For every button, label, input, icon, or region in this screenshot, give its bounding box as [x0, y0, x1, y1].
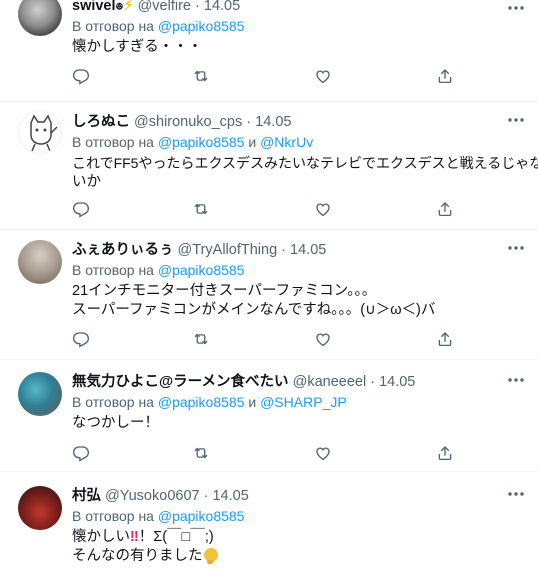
dot-separator: ·: [370, 374, 376, 390]
user-handle[interactable]: @TryAllofThing: [178, 242, 278, 258]
avatar-moon[interactable]: [18, 0, 62, 36]
tweet-date[interactable]: 14.05: [379, 374, 415, 390]
mention-link[interactable]: @papiko8585: [158, 134, 245, 150]
action-bar: [72, 67, 452, 87]
tweet-text: 懐かしすぎる・・・: [72, 38, 524, 57]
reply-context: В отговор на @papiko8585 и @SHARP_JP: [72, 393, 524, 412]
tweet-text: これでFF5やったらエクスデスみたいなテレビでエクスデスと戦えるじゃな いか: [72, 154, 538, 192]
dot-separator: ·: [203, 488, 209, 504]
more-icon[interactable]: [506, 0, 526, 16]
reply-context: В отговор на @papiko8585: [72, 261, 524, 280]
action-bar: [72, 444, 452, 464]
retweet-icon[interactable]: [192, 67, 212, 87]
action-bar: [72, 330, 452, 350]
reply-prefix: В отговор на: [72, 18, 154, 34]
share-icon[interactable]: [436, 67, 456, 87]
like-icon[interactable]: [314, 67, 334, 87]
tweet-text-line: なつかしー！: [72, 415, 159, 431]
display-name[interactable]: ふぇありぃるぅ: [72, 242, 174, 258]
reply-context: В отговор на @papiko8585: [72, 507, 524, 526]
display-name[interactable]: swivel: [72, 0, 116, 14]
user-handle[interactable]: @shironuko_cps: [134, 114, 242, 130]
tweet-yusoko[interactable]: 村弘 @Yusoko0607 · 14.05 В отговор на @pap…: [0, 472, 538, 572]
reply-and: и: [248, 394, 257, 410]
like-icon[interactable]: [314, 200, 334, 220]
reply-prefix: В отговор на: [72, 508, 154, 524]
tweet-swivel[interactable]: swivelꔮ⚡ @velfire · 14.05 В отговор на @…: [0, 0, 538, 102]
avatar-car[interactable]: [18, 486, 62, 530]
reply-icon[interactable]: [72, 200, 92, 220]
reply-icon[interactable]: [72, 444, 92, 464]
tweet-date[interactable]: 14.05: [255, 114, 291, 130]
share-icon[interactable]: [436, 444, 456, 464]
thinking-face-icon: [203, 548, 218, 564]
avatar-figure[interactable]: [18, 372, 62, 416]
retweet-icon[interactable]: [192, 200, 212, 220]
tweet-text: 懐かしい‼！Σ(￣□￣;) そんなの有りました: [72, 528, 524, 566]
share-icon[interactable]: [436, 330, 456, 350]
tweet-date[interactable]: 14.05: [212, 488, 248, 504]
like-icon[interactable]: [314, 444, 334, 464]
more-icon[interactable]: [506, 112, 526, 128]
tweet-header: 無気力ひよこ@ラーメン食べたい @kaneeeel · 14.05: [72, 372, 524, 392]
tweet-header: swivelꔮ⚡ @velfire · 14.05: [72, 0, 524, 16]
mention-link[interactable]: @papiko8585: [158, 508, 245, 524]
more-icon[interactable]: [506, 486, 526, 502]
reply-prefix: В отговор на: [72, 134, 154, 150]
reply-prefix: В отговор на: [72, 262, 154, 278]
display-name[interactable]: 村弘: [72, 488, 101, 504]
tweet-text-line: 懐かしい‼！Σ(￣□￣;): [72, 528, 524, 547]
tweet-text: なつかしー！: [72, 414, 524, 433]
like-icon[interactable]: [314, 330, 334, 350]
dot-separator: ·: [281, 242, 287, 258]
tweet-header: ふぇありぃるぅ @TryAllofThing · 14.05: [72, 240, 524, 260]
share-icon[interactable]: [436, 200, 456, 220]
tweet-text-line: 21インチモニター付きスーパーファミコン。。。: [72, 283, 377, 299]
tweet-text-line: そんなの有りました: [72, 547, 524, 566]
reply-icon[interactable]: [72, 330, 92, 350]
more-icon[interactable]: [506, 240, 526, 256]
mention-link[interactable]: @papiko8585: [158, 18, 245, 34]
tweet-header: しろぬこ @shironuko_cps · 14.05: [72, 112, 524, 132]
tweet-date[interactable]: 14.05: [204, 0, 240, 14]
reply-context: В отговор на @papiko8585 и @NkrUv: [72, 133, 524, 152]
cat-drawing-icon: [30, 114, 58, 152]
tweet-header: 村弘 @Yusoko0607 · 14.05: [72, 486, 524, 506]
action-bar: [72, 200, 452, 220]
tweet-text-line: これでFF5やったらエクスデスみたいなテレビでエクスデスと戦えるじゃな: [72, 155, 538, 171]
dot-separator: ·: [246, 114, 252, 130]
dot-separator: ·: [195, 0, 200, 14]
mention-link[interactable]: @NkrUv: [260, 134, 313, 150]
text-part: ！Σ(￣□￣;): [138, 529, 214, 545]
avatar-cat[interactable]: [18, 110, 62, 154]
tweet-text: 21インチモニター付きスーパーファミコン。。。 スーパーファミコンがメインなんで…: [72, 282, 524, 320]
reply-icon[interactable]: [72, 67, 92, 87]
text-part: そんなの有りました: [72, 548, 203, 564]
tweet-text-line: スーパーファミコンがメインなんですね。。。(∪＞ω＜)バ: [72, 302, 436, 318]
tweet-text-line: 懐かしすぎる・・・: [72, 39, 203, 55]
tweet-tryallofthing[interactable]: ふぇありぃるぅ @TryAllofThing · 14.05 В отговор…: [0, 230, 538, 360]
avatar-photo[interactable]: [18, 240, 62, 284]
lightning-emoji: ⚡: [123, 0, 134, 14]
user-handle[interactable]: @kaneeeel: [293, 374, 367, 390]
mention-link[interactable]: @SHARP_JP: [260, 394, 347, 410]
more-icon[interactable]: [506, 372, 526, 388]
tweet-kaneeeel[interactable]: 無気力ひよこ@ラーメン食べたい @kaneeeel · 14.05 В отго…: [0, 360, 538, 472]
mention-link[interactable]: @papiko8585: [158, 262, 245, 278]
double-exclamation-emoji: ‼: [130, 529, 139, 545]
tweet-text-line: いか: [72, 174, 101, 190]
reply-context: В отговор на @papiko8585: [72, 17, 524, 36]
user-handle[interactable]: @Yusoko0607: [105, 488, 200, 504]
retweet-icon[interactable]: [192, 444, 212, 464]
text-part: 懐かしい: [72, 529, 130, 545]
reply-and: и: [248, 134, 257, 150]
tweet-date[interactable]: 14.05: [290, 242, 326, 258]
mention-link[interactable]: @papiko8585: [158, 394, 245, 410]
display-name[interactable]: 無気力ひよこ@ラーメン食べたい: [72, 374, 289, 390]
reply-prefix: В отговор на: [72, 394, 154, 410]
display-name[interactable]: しろぬこ: [72, 114, 130, 130]
tweet-shironuko[interactable]: しろぬこ @shironuko_cps · 14.05 В отговор на…: [0, 102, 538, 230]
user-handle[interactable]: @velfire: [138, 0, 191, 14]
retweet-icon[interactable]: [192, 330, 212, 350]
